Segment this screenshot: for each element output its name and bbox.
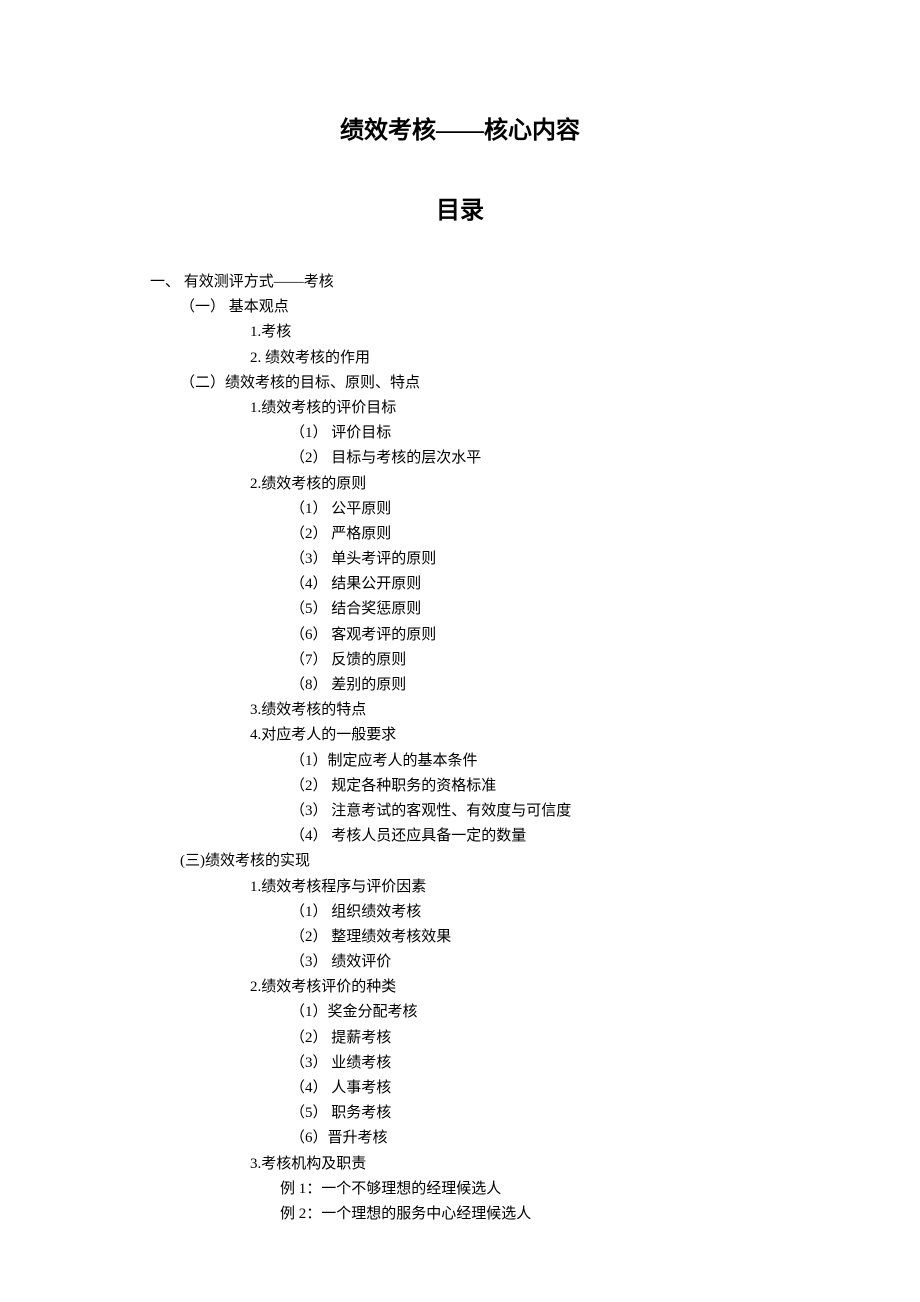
toc-item: （1）奖金分配考核 [150, 1000, 770, 1025]
toc-item: 4.对应考人的一般要求 [150, 723, 770, 748]
toc-item: （二）绩效考核的目标、原则、特点 [150, 371, 770, 396]
toc-item: （1） 公平原则 [150, 497, 770, 522]
toc-item: 2.绩效考核评价的种类 [150, 975, 770, 1000]
toc-item: （3） 注意考试的客观性、有效度与可信度 [150, 799, 770, 824]
toc-item: 2. 绩效考核的作用 [150, 346, 770, 371]
toc-item: （4） 考核人员还应具备一定的数量 [150, 824, 770, 849]
toc-item: 3.绩效考核的特点 [150, 698, 770, 723]
toc-item: （8） 差别的原则 [150, 673, 770, 698]
toc-item: （2） 规定各种职务的资格标准 [150, 774, 770, 799]
toc-item: 2.绩效考核的原则 [150, 472, 770, 497]
document-title: 绩效考核——核心内容 [150, 110, 770, 145]
toc-item: （4） 人事考核 [150, 1076, 770, 1101]
toc-item: 3.考核机构及职责 [150, 1152, 770, 1177]
toc-item: （6）晋升考核 [150, 1126, 770, 1151]
toc-item: （1） 组织绩效考核 [150, 900, 770, 925]
toc-item: 例 1：一个不够理想的经理候选人 [150, 1177, 770, 1202]
toc-item: （1）制定应考人的基本条件 [150, 749, 770, 774]
toc-item: （5） 职务考核 [150, 1101, 770, 1126]
toc-item: （6） 客观考评的原则 [150, 623, 770, 648]
toc-item: （2） 整理绩效考核效果 [150, 925, 770, 950]
toc-item: （3） 单头考评的原则 [150, 547, 770, 572]
toc-item: （一） 基本观点 [150, 295, 770, 320]
toc-item: 一、 有效测评方式——考核 [150, 270, 770, 295]
table-of-contents: 一、 有效测评方式——考核 （一） 基本观点 1.考核 2. 绩效考核的作用 （… [150, 270, 770, 1227]
toc-item: （4） 结果公开原则 [150, 572, 770, 597]
toc-item: （5） 结合奖惩原则 [150, 597, 770, 622]
toc-item: （2） 目标与考核的层次水平 [150, 446, 770, 471]
document-subtitle: 目录 [150, 190, 770, 225]
toc-item: （2） 严格原则 [150, 522, 770, 547]
toc-item: 1.考核 [150, 320, 770, 345]
toc-item: （7） 反馈的原则 [150, 648, 770, 673]
toc-item: (三)绩效考核的实现 [150, 849, 770, 874]
toc-item: 例 2：一个理想的服务中心经理候选人 [150, 1202, 770, 1227]
toc-item: （1） 评价目标 [150, 421, 770, 446]
toc-item: （3） 绩效评价 [150, 950, 770, 975]
toc-item: 1.绩效考核的评价目标 [150, 396, 770, 421]
toc-item: 1.绩效考核程序与评价因素 [150, 875, 770, 900]
toc-item: （3） 业绩考核 [150, 1051, 770, 1076]
toc-item: （2） 提薪考核 [150, 1026, 770, 1051]
